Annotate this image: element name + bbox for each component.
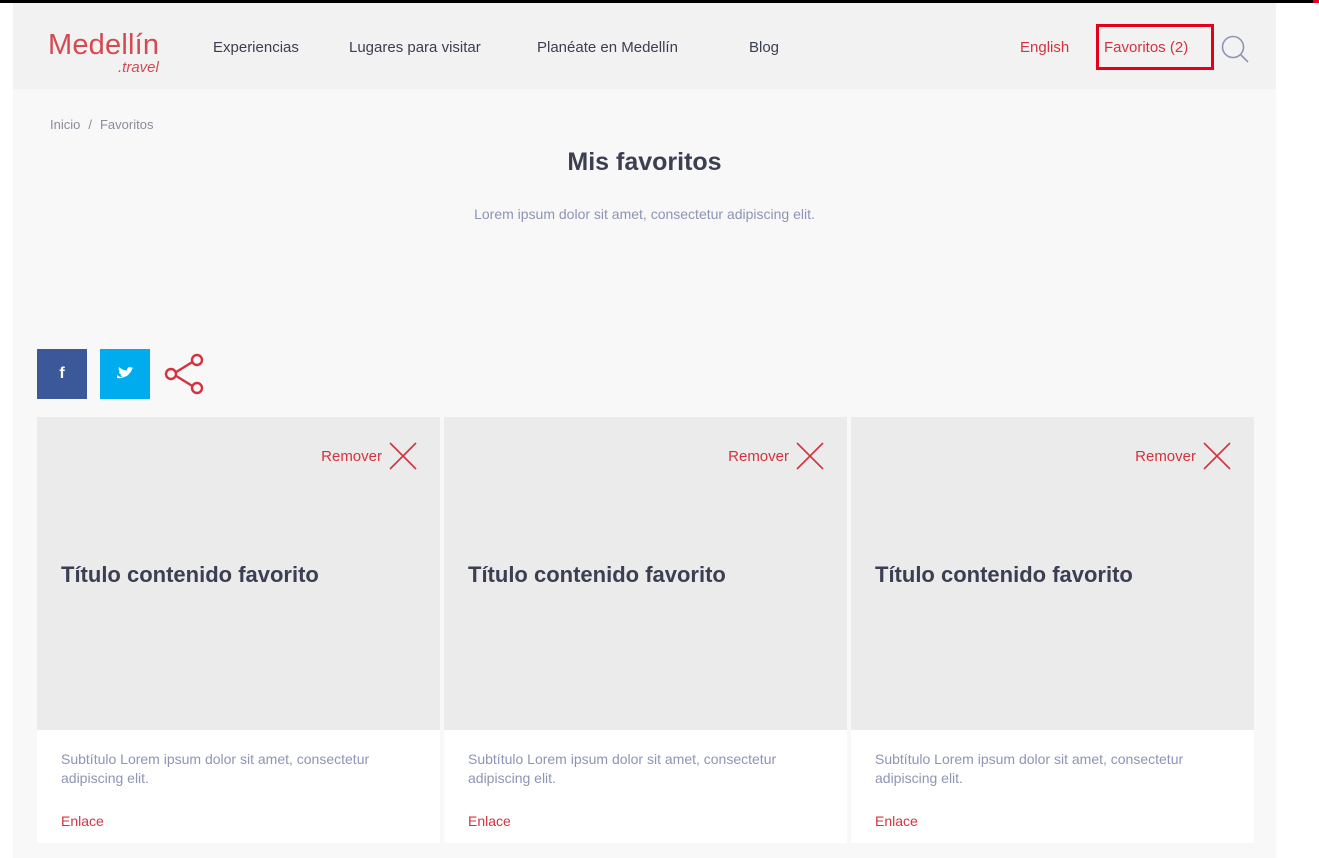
nav-item-blog[interactable]: Blog <box>749 39 809 56</box>
card-subtitle: Subtítulo Lorem ipsum dolor sit amet, co… <box>875 751 1184 786</box>
page: Medellín .travel Experiencias Lugares pa… <box>13 3 1276 858</box>
logo-sub-text: .travel <box>118 59 159 76</box>
remove-button[interactable]: Remover <box>321 441 418 471</box>
favorite-card: Remover Título contenido favorito Subtít… <box>444 417 847 843</box>
facebook-share-button[interactable]: f <box>37 349 87 399</box>
top-border-accent <box>1313 0 1319 3</box>
favorite-card: Remover Título contenido favorito Subtít… <box>851 417 1254 843</box>
breadcrumb-separator: / <box>88 117 92 132</box>
card-link[interactable]: Enlace <box>468 813 511 829</box>
close-icon <box>1203 442 1231 470</box>
logo-main-text: Medellín <box>48 29 160 61</box>
nav-item-experiencias[interactable]: Experiencias <box>213 39 349 56</box>
card-title: Título contenido favorito <box>61 562 319 587</box>
share-icon <box>164 353 204 395</box>
favorites-link[interactable]: Favoritos (2) <box>1104 39 1188 56</box>
facebook-icon: f <box>59 365 65 382</box>
card-title: Título contenido favorito <box>875 562 1133 587</box>
card-link[interactable]: Enlace <box>875 813 918 829</box>
remove-label: Remover <box>1135 447 1196 465</box>
favorites-grid: Remover Título contenido favorito Subtít… <box>37 417 1254 843</box>
remove-button[interactable]: Remover <box>1135 441 1232 471</box>
nav-item-lugares[interactable]: Lugares para visitar <box>349 39 537 56</box>
card-subtitle: Subtítulo Lorem ipsum dolor sit amet, co… <box>468 751 777 786</box>
card-subtitle: Subtítulo Lorem ipsum dolor sit amet, co… <box>61 751 370 786</box>
close-icon <box>389 442 417 470</box>
nav-item-planeate[interactable]: Planéate en Medellín <box>537 39 749 56</box>
breadcrumb-home[interactable]: Inicio <box>50 117 80 132</box>
breadcrumb: Inicio / Favoritos <box>50 117 153 132</box>
close-icon <box>796 442 824 470</box>
twitter-share-button[interactable] <box>100 349 150 399</box>
search-icon <box>1221 35 1249 63</box>
remove-label: Remover <box>321 447 382 465</box>
site-header: Medellín .travel Experiencias Lugares pa… <box>13 3 1276 89</box>
main-nav: Experiencias Lugares para visitar Planéa… <box>213 39 809 56</box>
breadcrumb-current: Favoritos <box>99 117 154 132</box>
share-button[interactable] <box>163 352 207 396</box>
remove-label: Remover <box>728 447 789 465</box>
twitter-icon <box>117 367 134 379</box>
remove-button[interactable]: Remover <box>728 441 825 471</box>
card-title: Título contenido favorito <box>468 562 726 587</box>
card-link[interactable]: Enlace <box>61 813 104 829</box>
social-share-bar: f <box>37 349 207 399</box>
search-button[interactable] <box>1220 34 1250 64</box>
favorite-card: Remover Título contenido favorito Subtít… <box>37 417 440 843</box>
page-subtitle: Lorem ipsum dolor sit amet, consectetur … <box>474 206 815 222</box>
language-link[interactable]: English <box>1020 39 1069 56</box>
site-logo[interactable]: Medellín .travel <box>48 29 178 77</box>
page-title: Mis favoritos <box>567 148 722 176</box>
